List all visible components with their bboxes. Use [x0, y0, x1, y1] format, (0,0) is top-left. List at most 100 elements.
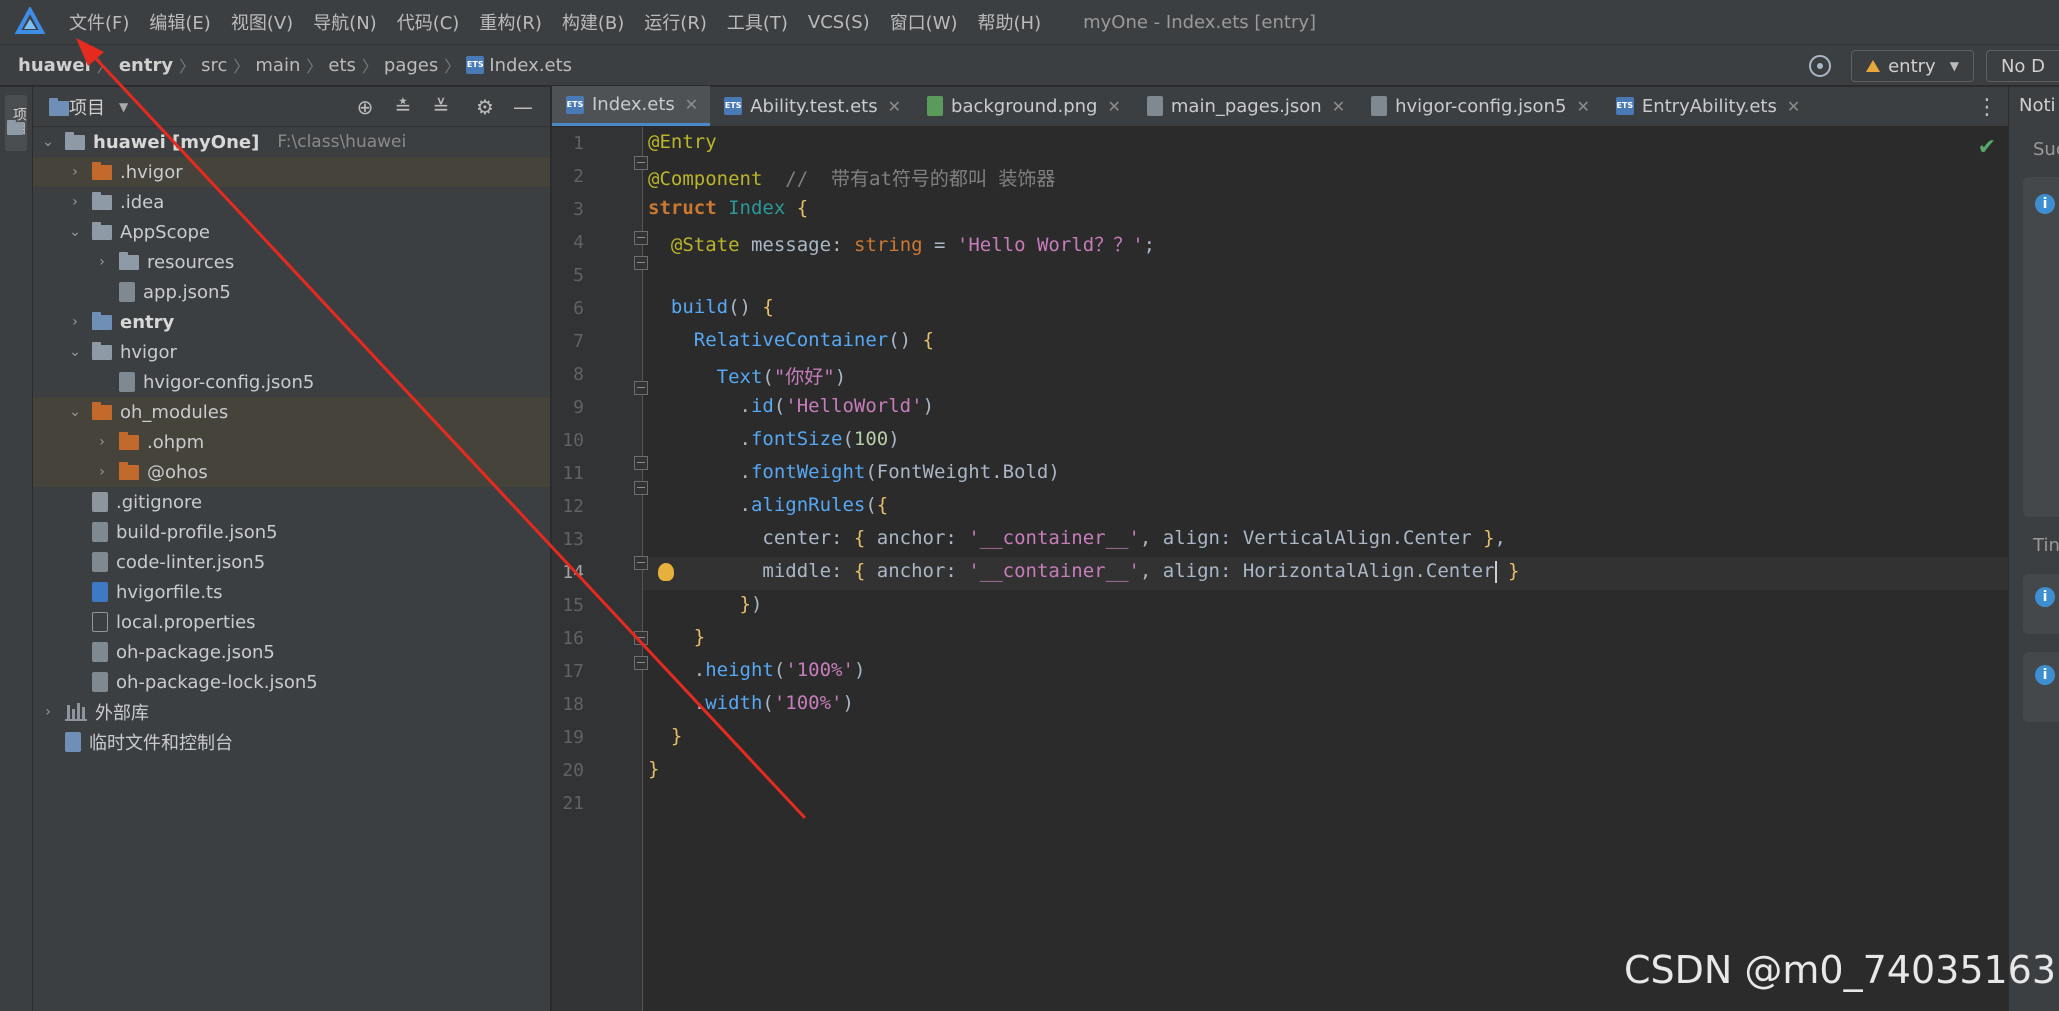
- breadcrumb-src[interactable]: src: [201, 55, 227, 76]
- menu-file[interactable]: 文件(F): [69, 9, 129, 35]
- notifications-title[interactable]: Noti: [2019, 95, 2056, 116]
- tree-row-oh-package-lock[interactable]: › oh-package-lock.json5: [33, 667, 550, 697]
- tree-row-hvigor-config[interactable]: › hvigor-config.json5: [33, 367, 550, 397]
- menu-vcs[interactable]: VCS(S): [808, 12, 870, 33]
- menu-build[interactable]: 构建(B): [562, 9, 624, 35]
- tree-row-gitignore[interactable]: › .gitignore: [33, 487, 550, 517]
- tree-row-hvigorfile[interactable]: › hvigorfile.ts: [33, 577, 550, 607]
- tree-row-oh-package[interactable]: › oh-package.json5: [33, 637, 550, 667]
- line-number: 5: [573, 265, 584, 286]
- tree-row-resources[interactable]: › resources: [33, 247, 550, 277]
- tab-background-png[interactable]: background.png ✕: [913, 86, 1133, 126]
- fold-icon[interactable]: [634, 631, 648, 645]
- fold-icon[interactable]: [634, 231, 648, 245]
- breadcrumb: huawei 〉 entry 〉 src 〉 main 〉 ets 〉 page…: [18, 53, 572, 77]
- menu-help[interactable]: 帮助(H): [978, 9, 1042, 35]
- tree-row-idea[interactable]: › .idea: [33, 187, 550, 217]
- menu-window[interactable]: 窗口(W): [890, 9, 958, 35]
- breadcrumb-pages[interactable]: pages: [384, 55, 438, 76]
- tree-row-ohos[interactable]: › @ohos: [33, 457, 550, 487]
- menu-code[interactable]: 代码(C): [397, 9, 460, 35]
- fold-icon[interactable]: [634, 381, 648, 395]
- code-line-3: struct Index {: [648, 197, 809, 219]
- tree-row-local-properties[interactable]: › local.properties: [33, 607, 550, 637]
- breadcrumb-main[interactable]: main: [255, 55, 300, 76]
- notification-card[interactable]: [2023, 652, 2059, 722]
- folder-icon: [92, 401, 112, 420]
- breadcrumb-file[interactable]: Index.ets: [489, 55, 572, 76]
- device-select[interactable]: No D: [1985, 50, 2059, 82]
- tree-row-project-root[interactable]: ⌄ huawei [myOne] F:\class\huawei: [33, 127, 550, 157]
- tree-row-external-libraries[interactable]: › 外部库: [33, 697, 550, 727]
- chevron-right-icon[interactable]: ›: [39, 704, 57, 720]
- tree-row-scratches[interactable]: › 临时文件和控制台: [33, 727, 550, 757]
- tab-hvigor-config[interactable]: hvigor-config.json5 ✕: [1357, 86, 1602, 126]
- menu-refactor[interactable]: 重构(R): [479, 9, 542, 35]
- run-toolbar: entry ▼ No D: [1809, 45, 2059, 87]
- project-panel-title[interactable]: 项目: [69, 94, 105, 120]
- locate-file-icon[interactable]: ⊕: [354, 96, 376, 118]
- tree-label: app.json5: [143, 281, 231, 303]
- tab-index-ets[interactable]: ETS Index.ets ✕: [552, 86, 711, 126]
- fold-icon[interactable]: [634, 156, 648, 170]
- tree-row-appscope[interactable]: ⌄ AppScope: [33, 217, 550, 247]
- tree-row-hvigor[interactable]: ⌄ hvigor: [33, 337, 550, 367]
- no-problems-check-icon[interactable]: ✔: [1978, 135, 1996, 160]
- tree-row-entry[interactable]: › entry: [33, 307, 550, 337]
- chevron-right-icon[interactable]: ›: [93, 464, 111, 480]
- more-options-icon[interactable]: ⋮: [1976, 95, 1998, 120]
- locate-target-icon[interactable]: [1809, 55, 1832, 77]
- chevron-right-icon[interactable]: ›: [66, 194, 84, 210]
- module-select[interactable]: entry ▼: [1851, 50, 1974, 82]
- close-icon[interactable]: ✕: [1332, 97, 1345, 116]
- gear-icon[interactable]: ⚙: [474, 96, 496, 118]
- fold-icon[interactable]: [634, 256, 648, 270]
- chevron-right-icon[interactable]: ›: [66, 314, 84, 330]
- notification-card[interactable]: [2023, 177, 2059, 517]
- tab-ability-test[interactable]: ETS Ability.test.ets ✕: [710, 86, 913, 126]
- menu-tools[interactable]: 工具(T): [727, 9, 788, 35]
- fold-icon[interactable]: [634, 556, 648, 570]
- collapse-all-icon[interactable]: ≚: [430, 96, 452, 118]
- fold-icon[interactable]: [634, 656, 648, 670]
- tree-row-app-json5[interactable]: › app.json5: [33, 277, 550, 307]
- fold-icon[interactable]: [634, 456, 648, 470]
- chevron-down-icon[interactable]: ⌄: [66, 224, 84, 240]
- menu-navigate[interactable]: 导航(N): [313, 9, 377, 35]
- fold-icon[interactable]: [634, 481, 648, 495]
- breadcrumb-project[interactable]: huawei: [18, 55, 91, 76]
- chevron-down-icon[interactable]: ⌄: [66, 404, 84, 420]
- menu-run[interactable]: 运行(R): [644, 9, 707, 35]
- tree-row-code-linter[interactable]: › code-linter.json5: [33, 547, 550, 577]
- code-editor[interactable]: 1 2 3 4 5 6 7 8 9 10 11 12 13 14 15 16 17 18 19 20 21 ✔ @Ent…: [552, 127, 2008, 1011]
- chevron-right-icon[interactable]: ›: [93, 434, 111, 450]
- chevron-down-icon[interactable]: ▼: [119, 100, 128, 114]
- json-file-icon: [119, 372, 135, 392]
- tab-entry-ability[interactable]: ETS EntryAbility.ets ✕: [1602, 86, 1812, 126]
- chevron-down-icon[interactable]: ⌄: [66, 344, 84, 360]
- tree-row-build-profile[interactable]: › build-profile.json5: [33, 517, 550, 547]
- menu-edit[interactable]: 编辑(E): [149, 9, 210, 35]
- chevron-right-icon[interactable]: ›: [93, 254, 111, 270]
- tab-main-pages-json[interactable]: main_pages.json ✕: [1133, 86, 1357, 126]
- close-icon[interactable]: ✕: [1576, 97, 1589, 116]
- expand-all-icon[interactable]: ≛: [392, 96, 414, 118]
- close-icon[interactable]: ✕: [1787, 97, 1800, 116]
- folder-icon: [119, 461, 139, 480]
- tree-row-ohpm[interactable]: › .ohpm: [33, 427, 550, 457]
- deveco-logo-icon[interactable]: [15, 7, 45, 37]
- breadcrumb-ets[interactable]: ets: [328, 55, 356, 76]
- breadcrumb-module[interactable]: entry: [119, 55, 173, 76]
- hide-panel-icon[interactable]: —: [512, 96, 534, 118]
- menu-view[interactable]: 视图(V): [231, 9, 293, 35]
- close-icon[interactable]: ✕: [685, 95, 698, 114]
- gitignore-file-icon: [92, 492, 108, 512]
- tree-row-oh-modules[interactable]: ⌄ oh_modules: [33, 397, 550, 427]
- close-icon[interactable]: ✕: [1107, 97, 1120, 116]
- tree-row-hvigor-dir[interactable]: › .hvigor: [33, 157, 550, 187]
- chevron-right-icon[interactable]: ›: [66, 164, 84, 180]
- line-number: 9: [573, 397, 584, 418]
- chevron-down-icon[interactable]: ⌄: [39, 134, 57, 150]
- left-tool-strip: 项目: [0, 87, 33, 1011]
- close-icon[interactable]: ✕: [888, 97, 901, 116]
